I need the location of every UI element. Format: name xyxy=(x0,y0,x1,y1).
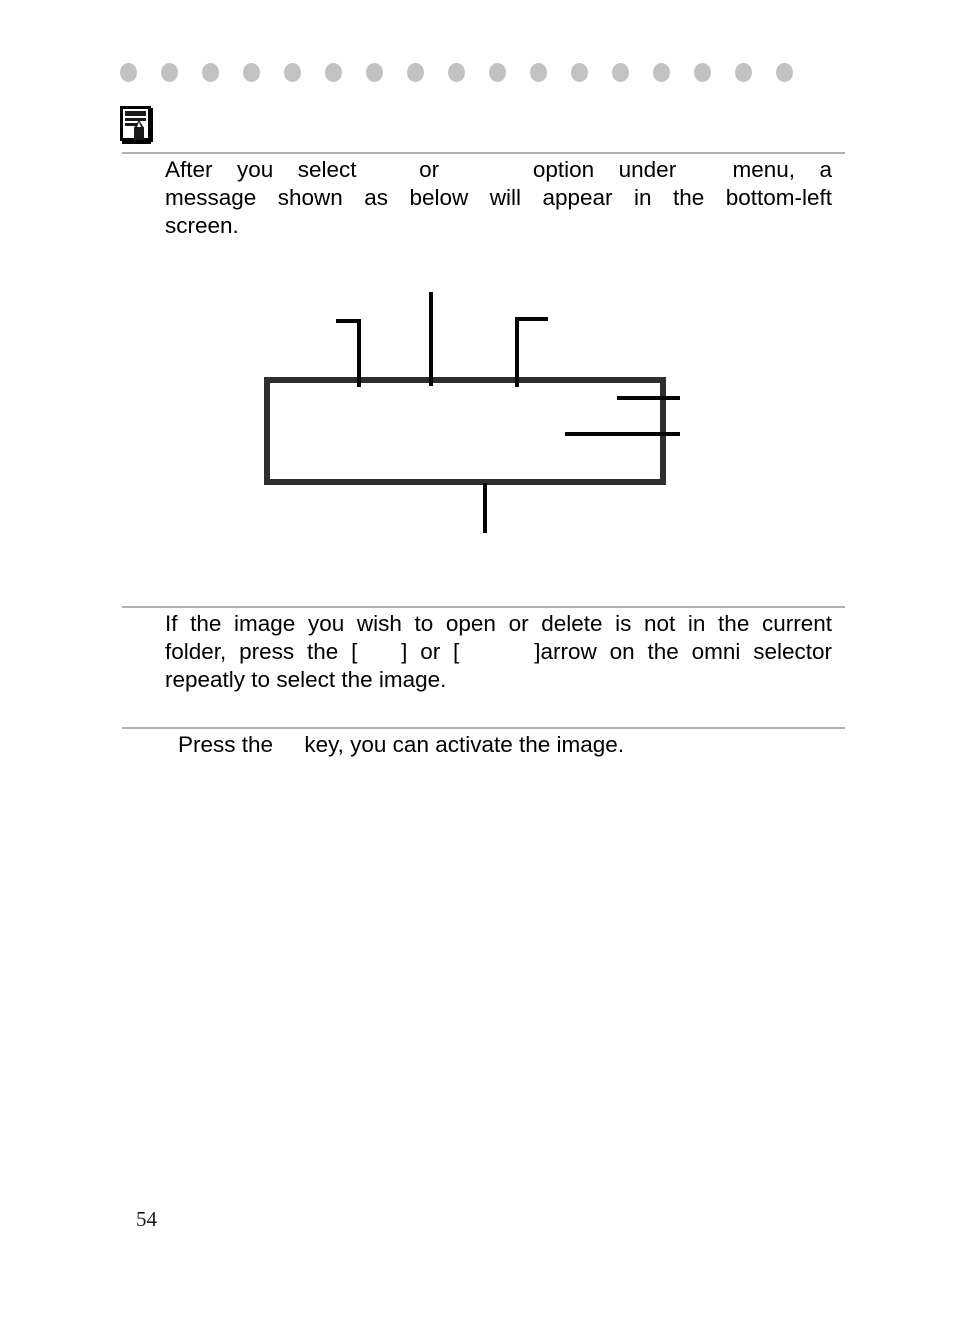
tip-paragraph: Press the key, you can activate the imag… xyxy=(178,731,838,759)
dot xyxy=(735,62,752,82)
note-text-c: ]arrow on the omni selector xyxy=(534,639,832,664)
dot xyxy=(612,62,629,82)
message-box-frame xyxy=(264,377,666,485)
dot xyxy=(530,62,547,82)
note-line-1: If the image you wish to open or delete … xyxy=(165,611,832,636)
leader-line-top-left-vertical xyxy=(357,319,361,387)
intro-text-c: option under xyxy=(532,157,677,182)
note-paragraph: If the image you wish to open or delete … xyxy=(165,610,832,694)
dot xyxy=(653,62,670,82)
dot xyxy=(284,62,301,82)
note-placeholder-2 xyxy=(459,638,534,666)
dot xyxy=(161,62,178,82)
tip-text-a: Press the xyxy=(178,732,274,757)
leader-line-top-right-vertical xyxy=(515,317,519,387)
dot xyxy=(407,62,424,82)
intro-text-d: menu, a xyxy=(732,157,832,182)
tip-text-b: key, you can activate the image. xyxy=(304,732,625,757)
dot xyxy=(366,62,383,82)
leader-line-right-lower xyxy=(565,432,680,436)
manual-page: After you select or option under menu, a… xyxy=(0,0,954,1336)
dot xyxy=(694,62,711,82)
note-placeholder-1 xyxy=(357,638,401,666)
leader-line-bottom-vertical xyxy=(483,483,487,533)
intro-line-2: message shown as below will appear in th… xyxy=(165,185,832,210)
leader-line-top-middle-vertical xyxy=(429,292,433,386)
divider-bottom xyxy=(122,727,845,729)
intro-line-3: screen. xyxy=(165,213,239,238)
divider-top xyxy=(122,152,845,154)
page-number: 54 xyxy=(136,1207,157,1231)
note-text-a: folder, press the [ xyxy=(165,639,358,664)
screen-callout-diagram xyxy=(240,280,710,550)
note-line-2: folder, press the [ ] or [ ]arrow on the… xyxy=(165,638,832,666)
divider-middle xyxy=(122,606,845,608)
note-with-pencil-icon xyxy=(120,106,153,144)
intro-placeholder-1 xyxy=(357,156,420,184)
dot-row-decoration xyxy=(120,62,810,82)
intro-placeholder-3 xyxy=(676,156,732,184)
intro-paragraph: After you select or option under menu, a… xyxy=(165,156,832,240)
intro-text-a: After you select xyxy=(165,157,357,182)
note-line-3: repeatly to select the image. xyxy=(165,667,447,692)
note-text-b: ] or [ xyxy=(401,639,460,664)
dot xyxy=(202,62,219,82)
leader-line-top-left-horizontal xyxy=(336,319,361,323)
leader-line-top-right-horizontal xyxy=(515,317,548,321)
dot xyxy=(243,62,260,82)
intro-line-1: After you select or option under menu, a xyxy=(165,156,832,184)
dot xyxy=(776,62,793,82)
tip-placeholder-1 xyxy=(273,731,304,759)
dot xyxy=(489,62,506,82)
leader-line-right-upper xyxy=(617,396,680,400)
dot xyxy=(448,62,465,82)
dot xyxy=(120,62,137,82)
intro-text-b: or xyxy=(419,157,440,182)
intro-placeholder-2 xyxy=(439,156,533,184)
dot xyxy=(325,62,342,82)
dot xyxy=(571,62,588,82)
tip-line-1: Press the key, you can activate the imag… xyxy=(178,731,838,759)
